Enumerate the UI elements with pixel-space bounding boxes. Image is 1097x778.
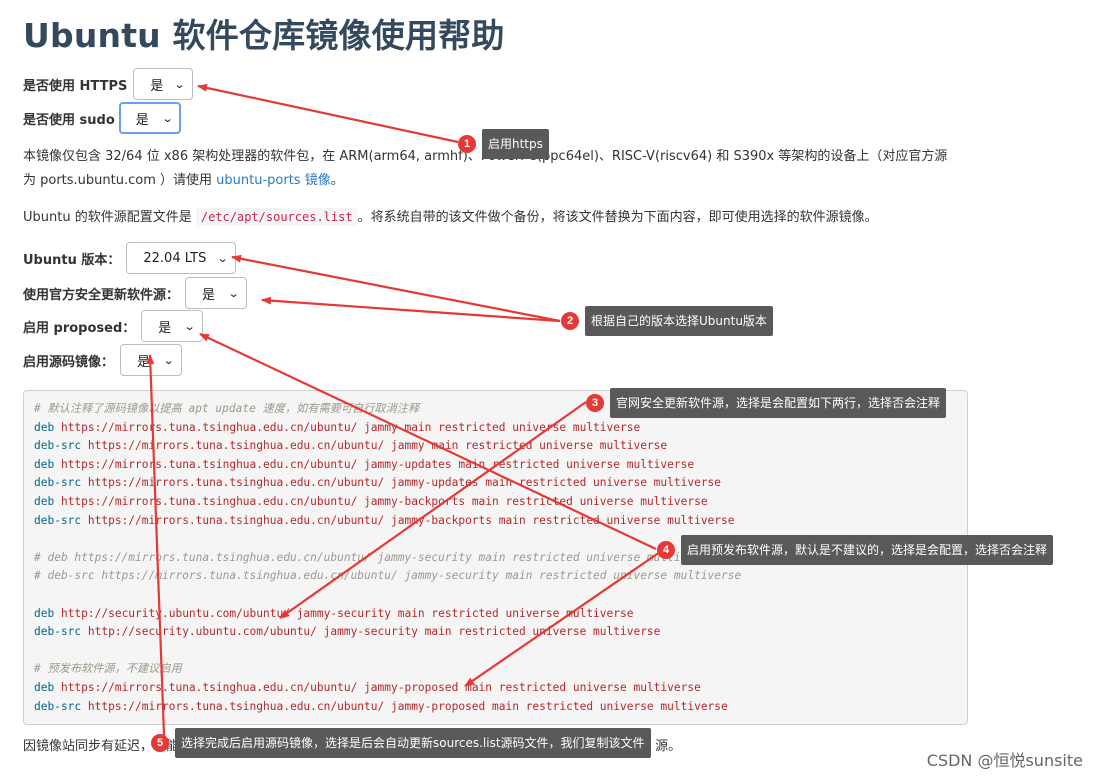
chevron-down-icon: ⌄ [161, 111, 174, 125]
security-select[interactable]: 是 ⌄ [185, 277, 248, 309]
code-text: https://mirrors.tuna.tsinghua.edu.cn/ubu… [81, 439, 668, 453]
code-keyword: deb [34, 494, 55, 508]
chevron-down-icon: ⌄ [183, 319, 196, 333]
version-select-value: 22.04 LTS [143, 250, 207, 266]
option-sudo-label: 是否使用 sudo [23, 112, 115, 128]
code-line: deb https://mirrors.tuna.tsinghua.edu.cn… [34, 456, 957, 475]
code-text: https://mirrors.tuna.tsinghua.edu.cn/ubu… [81, 699, 728, 713]
annotation-4: 4 启用预发布软件源，默认是不建议的，选择是会配置，选择否会注释 [657, 535, 1054, 565]
option-proposed: 启用 proposed： 是 ⌄ [23, 309, 204, 343]
intro-line-2-suffix: 。 [330, 173, 344, 188]
code-line: deb-src https://mirrors.tuna.tsinghua.ed… [34, 437, 957, 456]
code-keyword: deb-src [34, 625, 82, 639]
annotation-3: 3 官网安全更新软件源，选择是会配置如下两行，选择否会注释 [586, 388, 947, 418]
security-select-value: 是 [202, 287, 216, 303]
intro-line-2-prefix: 为 ports.ubuntu.com ）请使用 [23, 173, 217, 188]
code-keyword: deb-src [34, 513, 82, 527]
annotation-note: 根据自己的版本选择Ubuntu版本 [585, 306, 773, 336]
code-line: deb-src https://mirrors.tuna.tsinghua.ed… [34, 698, 957, 717]
proposed-select-value: 是 [158, 320, 172, 336]
chevron-down-icon: ⌄ [227, 286, 240, 300]
annotation-note: 启用预发布软件源，默认是不建议的，选择是会配置，选择否会注释 [681, 535, 1054, 565]
annotation-arrow-2b [261, 296, 561, 323]
chevron-down-icon: ⌄ [162, 353, 175, 367]
option-security: 使用官方安全更新软件源： 是 ⌄ [23, 276, 248, 310]
option-security-label: 使用官方安全更新软件源： [23, 287, 180, 303]
annotation-note: 启用https [482, 129, 549, 159]
source-select-value: 是 [137, 354, 151, 370]
option-https: 是否使用 HTTPS 是 ⌄ [23, 67, 194, 101]
annotation-badge: 4 [657, 541, 675, 559]
code-keyword: deb-src [34, 476, 82, 490]
code-keyword: deb-src [34, 439, 82, 453]
page-title: Ubuntu 软件仓库镜像使用帮助 [23, 16, 505, 55]
code-keyword: deb [34, 606, 55, 620]
annotation-badge: 3 [586, 394, 604, 412]
chevron-down-icon: ⌄ [216, 251, 229, 265]
code-keyword: deb [34, 457, 55, 471]
source-select[interactable]: 是 ⌄ [120, 344, 183, 376]
code-text: https://mirrors.tuna.tsinghua.edu.cn/ubu… [54, 420, 641, 434]
intro-line-3-suffix: 。将系统自带的该文件做个备份，将该文件替换为下面内容，即可使用选择的软件源镜像。 [357, 210, 878, 225]
code-comment: # 预发布软件源，不建议启用 [34, 662, 182, 676]
code-text: https://mirrors.tuna.tsinghua.edu.cn/ubu… [81, 476, 722, 490]
code-line: deb https://mirrors.tuna.tsinghua.edu.cn… [34, 493, 957, 512]
version-select[interactable]: 22.04 LTS ⌄ [126, 242, 237, 274]
annotation-badge: 2 [561, 312, 579, 330]
code-line: deb-src http://security.ubuntu.com/ubunt… [34, 623, 957, 642]
ubuntu-ports-link[interactable]: ubuntu-ports 镜像 [216, 173, 331, 188]
intro-line-3-prefix: Ubuntu 的软件源配置文件是 [23, 210, 196, 225]
annotation-badge: 1 [458, 135, 476, 153]
https-select[interactable]: 是 ⌄ [133, 68, 194, 100]
annotation-note: 官网安全更新软件源，选择是会配置如下两行，选择否会注释 [610, 388, 947, 418]
option-proposed-label: 启用 proposed： [23, 320, 136, 336]
code-text: http://security.ubuntu.com/ubuntu/ jammy… [81, 625, 661, 639]
annotation-badge: 5 [151, 734, 169, 752]
code-comment: # deb-src https://mirrors.tuna.tsinghua.… [34, 569, 742, 583]
code-text: http://security.ubuntu.com/ubuntu/ jammy… [54, 606, 634, 620]
intro-line-2: 为 ports.ubuntu.com ）请使用 ubuntu-ports 镜像。 [23, 169, 344, 193]
sudo-select[interactable]: 是 ⌄ [118, 102, 181, 134]
code-keyword: deb [34, 680, 55, 694]
annotation-5: 5 选择完成后启用源码镜像，选择是后会自动更新sources.list源码文件，… [151, 728, 651, 758]
code-line: deb-src https://mirrors.tuna.tsinghua.ed… [34, 474, 957, 493]
code-line: deb http://security.ubuntu.com/ubuntu/ j… [34, 605, 957, 624]
chevron-down-icon: ⌄ [173, 77, 186, 91]
option-source: 启用源码镜像： 是 ⌄ [23, 343, 183, 377]
https-select-value: 是 [150, 78, 164, 94]
sources-list-path: /etc/apt/sources.list [195, 208, 358, 226]
annotation-arrow-1 [197, 83, 459, 144]
csdn-watermark: CSDN @恒悦sunsite [926, 751, 1083, 770]
option-version-label: Ubuntu 版本： [23, 252, 121, 268]
code-text: https://mirrors.tuna.tsinghua.edu.cn/ubu… [54, 494, 708, 508]
code-text: https://mirrors.tuna.tsinghua.edu.cn/ubu… [54, 680, 701, 694]
code-text: https://mirrors.tuna.tsinghua.edu.cn/ubu… [54, 457, 695, 471]
option-source-label: 启用源码镜像： [23, 354, 115, 370]
code-line: deb https://mirrors.tuna.tsinghua.edu.cn… [34, 679, 957, 698]
option-sudo: 是否使用 sudo 是 ⌄ [23, 101, 181, 135]
option-version: Ubuntu 版本： 22.04 LTS ⌄ [23, 241, 237, 275]
page: Ubuntu 软件仓库镜像使用帮助 是否使用 HTTPS 是 ⌄ 是否使用 su… [0, 0, 1097, 778]
annotation-1: 1 启用https [458, 129, 549, 159]
sudo-select-value: 是 [135, 112, 149, 128]
intro-line-3: Ubuntu 的软件源配置文件是 /etc/apt/sources.list 。将… [23, 205, 878, 230]
code-line: deb-src https://mirrors.tuna.tsinghua.ed… [34, 512, 957, 531]
annotation-arrow-2a [231, 254, 561, 323]
code-text: https://mirrors.tuna.tsinghua.edu.cn/ubu… [81, 513, 735, 527]
code-keyword: deb [34, 420, 55, 434]
option-https-label: 是否使用 HTTPS [23, 78, 128, 94]
proposed-select[interactable]: 是 ⌄ [141, 310, 204, 342]
code-line: deb https://mirrors.tuna.tsinghua.edu.cn… [34, 419, 957, 438]
code-keyword: deb-src [34, 699, 82, 713]
annotation-note: 选择完成后启用源码镜像，选择是后会自动更新sources.list源码文件，我们… [175, 728, 651, 758]
annotation-2: 2 根据自己的版本选择Ubuntu版本 [561, 306, 773, 336]
